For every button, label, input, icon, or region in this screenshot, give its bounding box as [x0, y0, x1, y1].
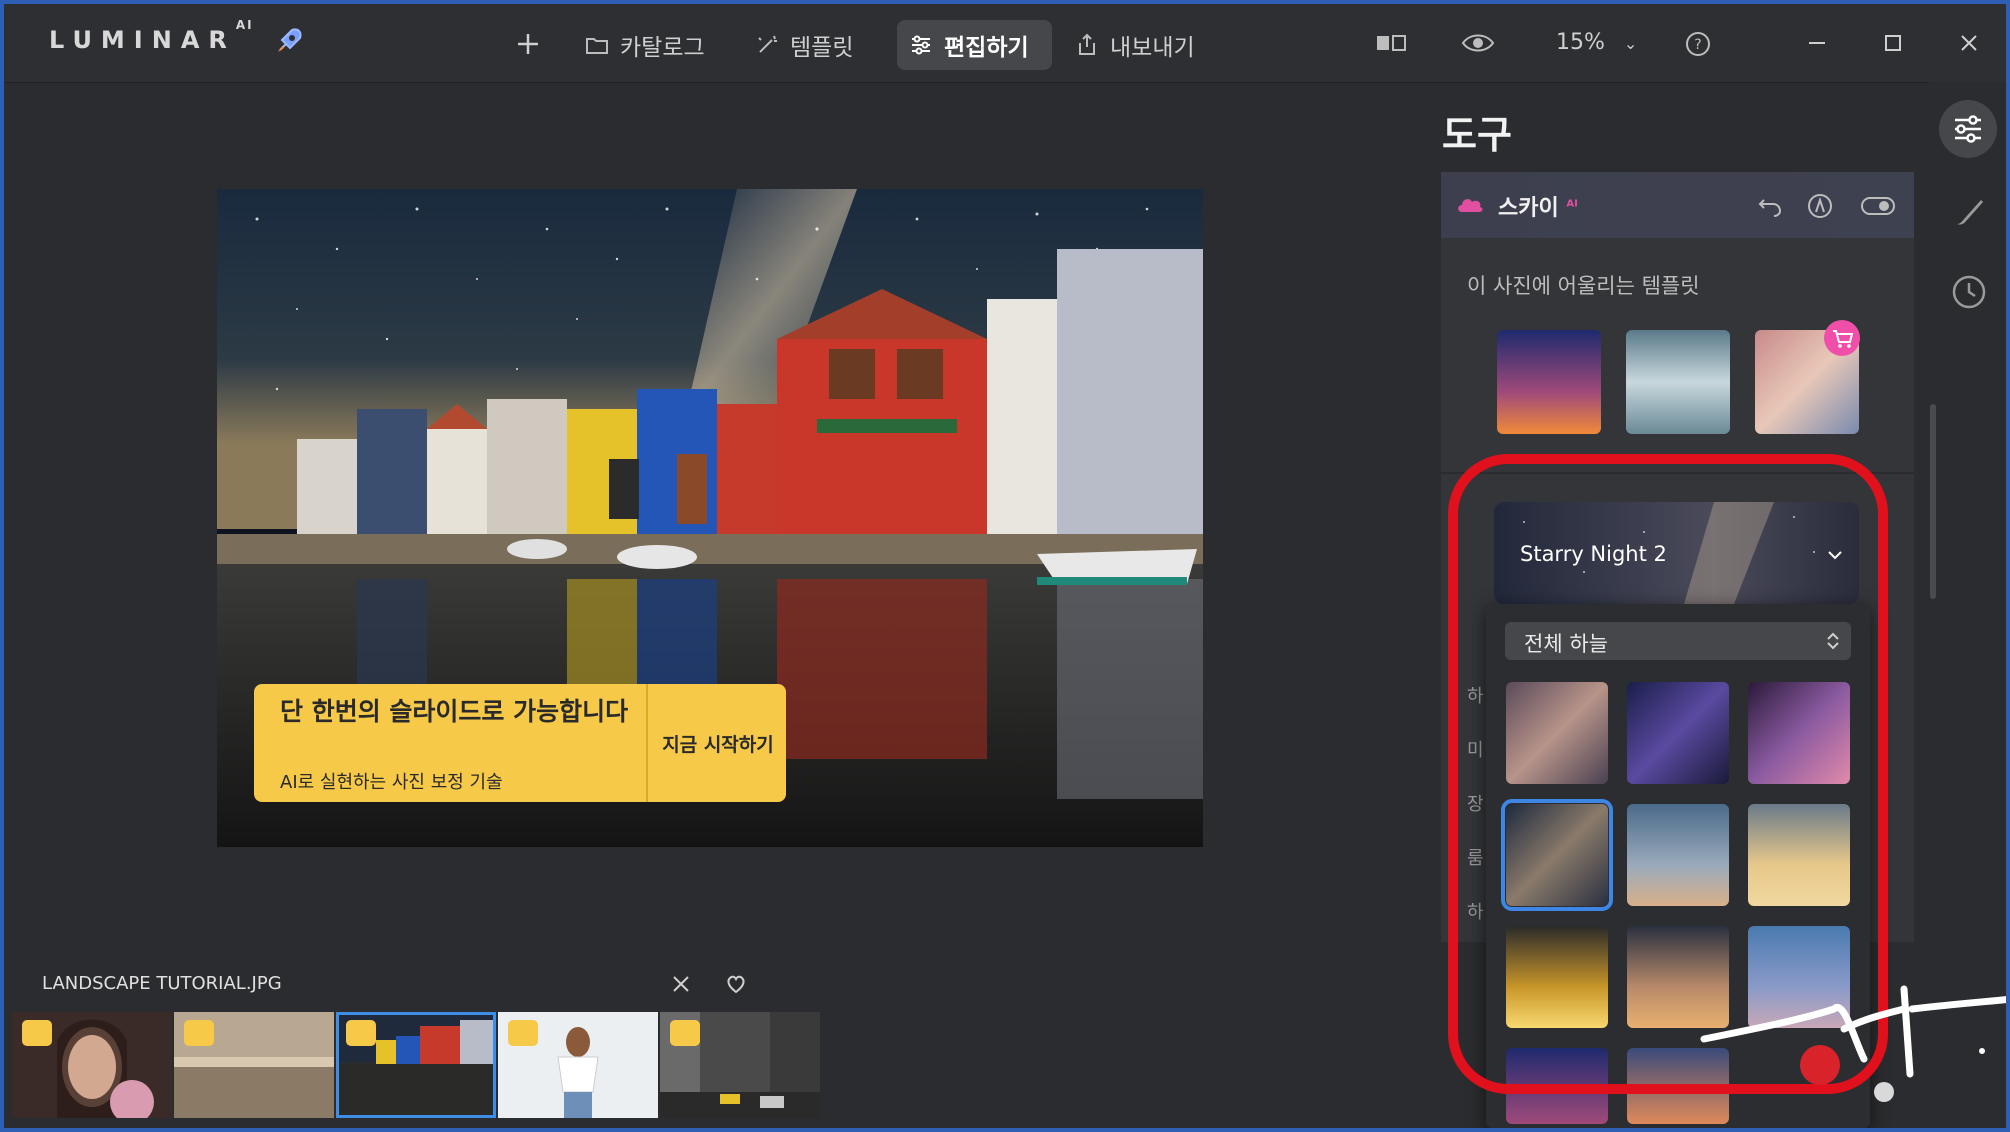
filmstrip-thumb[interactable] — [660, 1012, 820, 1118]
sliders-icon — [912, 35, 930, 55]
eye-icon[interactable] — [1460, 30, 1496, 56]
tab-export[interactable]: 내보내기 — [1074, 22, 1195, 68]
template-thumb[interactable] — [1497, 330, 1601, 434]
adjustments-icon — [1955, 115, 1981, 143]
close-filmstrip-icon[interactable] — [669, 972, 693, 996]
sunset-sky-thumbnail — [1497, 330, 1601, 434]
filmstrip-filename: LANDSCAPE TUTORIAL.JPG — [42, 973, 282, 994]
promo-divider — [646, 684, 648, 802]
filmstrip-thumb-selected[interactable] — [336, 1012, 496, 1118]
template-thumb[interactable] — [1626, 330, 1730, 434]
help-icon[interactable]: ? — [1684, 30, 1712, 58]
heart-icon[interactable] — [724, 972, 748, 996]
slider-handle[interactable] — [1874, 1082, 1894, 1102]
filmstrip-thumb[interactable] — [12, 1012, 172, 1118]
promo-subtitle: AI로 실현하는 사진 보정 기술 — [280, 772, 503, 793]
cloud-icon — [1458, 199, 1483, 212]
add-icon[interactable] — [514, 30, 542, 58]
sky-tool-label: 스카이 AI — [1498, 196, 1578, 221]
magic-wand-icon — [758, 35, 777, 53]
tools-title: 도구 — [1442, 113, 1512, 157]
signature-watermark — [1700, 985, 2006, 1085]
top-bar: LUMINARAI 카탈로그 템플릿 편집하기 내보내기 15% ⌄ ? — [4, 4, 2006, 83]
minimize-icon[interactable] — [1804, 30, 1830, 56]
promo-title: 단 한번의 슬라이드로 가능합니다 — [280, 697, 629, 726]
filmstrip-thumb[interactable] — [498, 1012, 658, 1118]
compare-icon[interactable] — [1374, 30, 1410, 56]
app-window: LUMINARAI 카탈로그 템플릿 편집하기 내보내기 15% ⌄ ? 단 한… — [0, 0, 2010, 1132]
tab-edit[interactable]: 편집하기 — [908, 22, 1029, 68]
folder-icon — [586, 38, 608, 54]
share-icon — [1079, 33, 1095, 55]
maximize-icon[interactable] — [1880, 30, 1906, 56]
svg-text:?: ? — [1694, 37, 1701, 53]
app-logo: LUMINARAI — [49, 18, 254, 54]
tutorial-cap-icon — [508, 1020, 538, 1046]
chevron-down-icon: ⌄ — [1623, 34, 1638, 53]
tab-edit-label: 편집하기 — [944, 35, 1029, 61]
purchase-badge[interactable] — [1824, 320, 1860, 356]
tab-templates-label: 템플릿 — [790, 35, 854, 61]
tutorial-cap-icon — [22, 1020, 52, 1046]
tab-templates[interactable]: 템플릿 — [754, 22, 853, 68]
tutorial-cap-icon — [670, 1020, 700, 1046]
rocket-icon[interactable] — [272, 24, 306, 58]
tab-catalog[interactable]: 카탈로그 — [584, 22, 705, 68]
visibility-toggle-icon[interactable] — [1860, 192, 1896, 220]
tools-button[interactable] — [1939, 100, 1997, 158]
promo-banner: 단 한번의 슬라이드로 가능합니다 AI로 실현하는 사진 보정 기술 지금 시… — [254, 684, 786, 802]
start-now-button[interactable]: 지금 시작하기 — [650, 684, 786, 802]
mask-icon[interactable] — [1806, 192, 1834, 220]
suggested-templates-label: 이 사진에 어울리는 템플릿 — [1467, 274, 1700, 298]
undo-icon[interactable] — [1756, 192, 1784, 220]
zoom-dropdown[interactable]: 15% ⌄ — [1556, 30, 1637, 55]
tab-catalog-label: 카탈로그 — [620, 35, 705, 61]
close-icon[interactable] — [1956, 30, 1982, 56]
filmstrip-thumb[interactable] — [174, 1012, 334, 1118]
tab-export-label: 내보내기 — [1110, 35, 1195, 61]
history-clock-icon[interactable] — [1949, 272, 1989, 312]
brush-icon[interactable] — [1949, 192, 1989, 232]
cloudy-sky-thumbnail — [1626, 330, 1730, 434]
cart-icon — [1833, 330, 1854, 348]
tutorial-cap-icon — [184, 1020, 214, 1046]
tool-sidebar — [1929, 82, 2006, 1128]
panel-scrollbar[interactable] — [1930, 404, 1936, 599]
tutorial-cap-icon — [346, 1020, 376, 1046]
